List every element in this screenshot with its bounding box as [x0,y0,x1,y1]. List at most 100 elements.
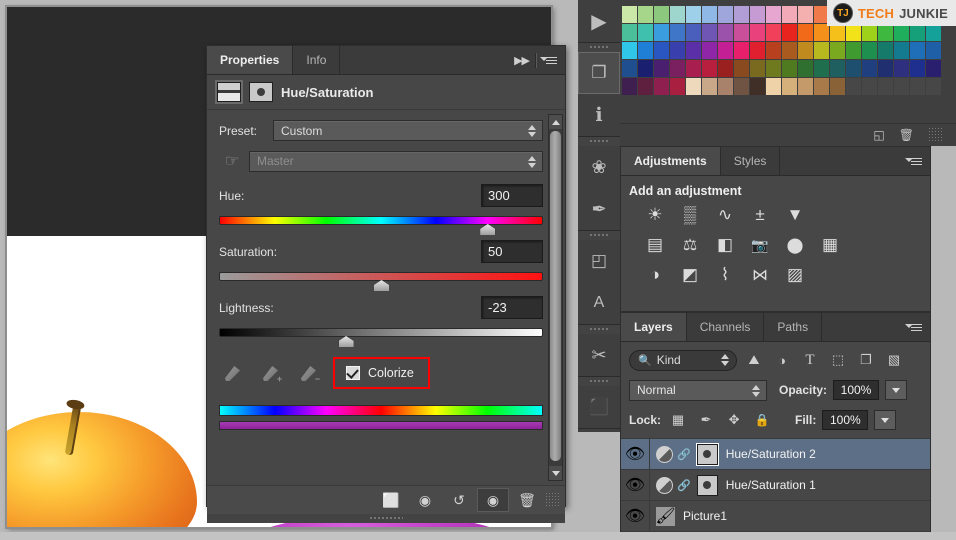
color-swatch[interactable] [670,78,685,95]
color-swatch[interactable] [846,24,861,41]
opacity-dropdown-button[interactable] [885,380,908,400]
hue-value-field[interactable]: 300 [481,184,543,207]
color-swatch[interactable] [622,24,637,41]
color-swatch[interactable] [734,6,749,23]
table-row[interactable]: 👁 🔗 Hue/Saturation 2 [621,439,930,470]
lightness-slider-thumb[interactable] [338,336,354,347]
layer-visibility-toggle[interactable]: 👁 [621,501,650,531]
color-swatch[interactable] [814,60,829,77]
panel-resize-grip[interactable] [207,514,565,523]
eyedropper-add-icon[interactable]: + [261,363,282,384]
color-swatch[interactable] [894,24,909,41]
color-swatch[interactable] [702,42,717,59]
3d-icon[interactable]: ⬛ [578,386,620,428]
color-swatch[interactable] [814,24,829,41]
color-swatch[interactable] [798,42,813,59]
color-swatch[interactable] [910,60,925,77]
channel-mixer-icon[interactable]: ⬤ [783,234,807,256]
posterize-icon[interactable]: ◩ [678,264,702,286]
filter-smart-object-icon[interactable]: ❐ [855,350,877,370]
color-swatch[interactable] [622,6,637,23]
color-swatch[interactable] [670,6,685,23]
color-swatch[interactable] [750,78,765,95]
panel-grip-icon[interactable] [928,127,942,143]
link-mask-icon[interactable]: 🔗 [677,479,691,492]
tool-presets-icon[interactable]: ✒ [578,188,620,230]
panel-menu-icon[interactable] [905,156,922,167]
color-swatch[interactable] [734,42,749,59]
color-swatch[interactable] [686,60,701,77]
filter-adjustment-icon[interactable]: ◑ [771,350,793,370]
color-swatch[interactable] [766,78,781,95]
black-white-icon[interactable]: ◧ [713,234,737,256]
layer-visibility-toggle[interactable]: 👁 [621,439,650,469]
filter-type-icon[interactable]: T [799,350,821,370]
color-swatch[interactable] [862,42,877,59]
layer-mask-thumbnail[interactable] [696,474,718,496]
blend-mode-select[interactable]: Normal [629,379,767,401]
color-swatch[interactable] [766,60,781,77]
color-swatch[interactable] [782,6,797,23]
color-swatch[interactable] [910,42,925,59]
threshold-icon[interactable]: ⌇ [713,264,737,286]
filter-pixel-icon[interactable]: ⛰ [743,350,765,370]
reset-button[interactable]: ↺ [443,488,475,512]
color-swatch[interactable] [782,78,797,95]
colorize-checkbox[interactable] [345,365,361,381]
panel-grip-icon[interactable] [545,492,559,508]
color-swatch[interactable] [670,42,685,59]
color-swatch[interactable] [894,42,909,59]
color-swatch[interactable] [718,6,733,23]
gradient-map-icon[interactable]: ▨ [783,264,807,286]
color-swatch[interactable] [830,42,845,59]
color-swatch[interactable] [766,24,781,41]
color-swatch[interactable] [798,60,813,77]
color-swatch[interactable] [926,24,941,41]
lock-position-icon[interactable]: ✥ [723,410,745,430]
color-swatch[interactable] [670,60,685,77]
color-swatch[interactable] [750,42,765,59]
color-swatch[interactable] [926,78,941,95]
panel-menu-icon[interactable] [905,322,922,333]
hue-slider[interactable] [219,216,543,235]
exposure-icon[interactable]: ± [748,204,772,226]
color-swatch[interactable] [894,60,909,77]
color-swatch[interactable] [686,6,701,23]
tab-paths[interactable]: Paths [764,313,823,341]
tab-channels[interactable]: Channels [686,313,765,341]
tab-info[interactable]: Info [293,46,341,74]
color-swatch[interactable] [686,24,701,41]
scroll-up-button[interactable] [549,115,562,129]
color-swatch[interactable] [670,24,685,41]
lock-all-icon[interactable]: 🔒 [751,410,773,430]
color-swatch[interactable] [830,60,845,77]
mini-bridge-icon[interactable]: ❐ [578,52,620,94]
color-swatch[interactable] [718,24,733,41]
delete-adjustment-button[interactable]: 🗑 [511,488,543,512]
color-swatch[interactable] [718,42,733,59]
brightness-contrast-icon[interactable]: ☀ [643,204,667,226]
eyedropper-icon[interactable] [223,363,243,383]
color-swatch[interactable] [638,42,653,59]
color-swatch[interactable] [702,60,717,77]
color-swatch[interactable] [830,24,845,41]
color-swatch[interactable] [798,6,813,23]
color-swatch[interactable] [814,42,829,59]
tab-properties[interactable]: Properties [207,46,294,74]
toggle-visibility-button[interactable]: ◉ [477,488,509,512]
channel-select[interactable]: Master [249,150,543,172]
color-swatch[interactable] [734,78,749,95]
panel-menu-icon[interactable] [540,55,557,66]
color-swatch[interactable] [702,78,717,95]
color-swatch[interactable] [750,24,765,41]
color-swatch[interactable] [766,42,781,59]
lightness-slider[interactable] [219,328,543,347]
color-swatch[interactable] [926,60,941,77]
color-swatch[interactable] [846,78,861,95]
layer-visibility-toggle[interactable]: 👁 [621,470,650,500]
photo-filter-icon[interactable]: 📷 [748,234,772,256]
color-swatch[interactable] [878,42,893,59]
color-swatch[interactable] [686,78,701,95]
color-swatch[interactable] [654,60,669,77]
tab-adjustments[interactable]: Adjustments [621,147,721,175]
